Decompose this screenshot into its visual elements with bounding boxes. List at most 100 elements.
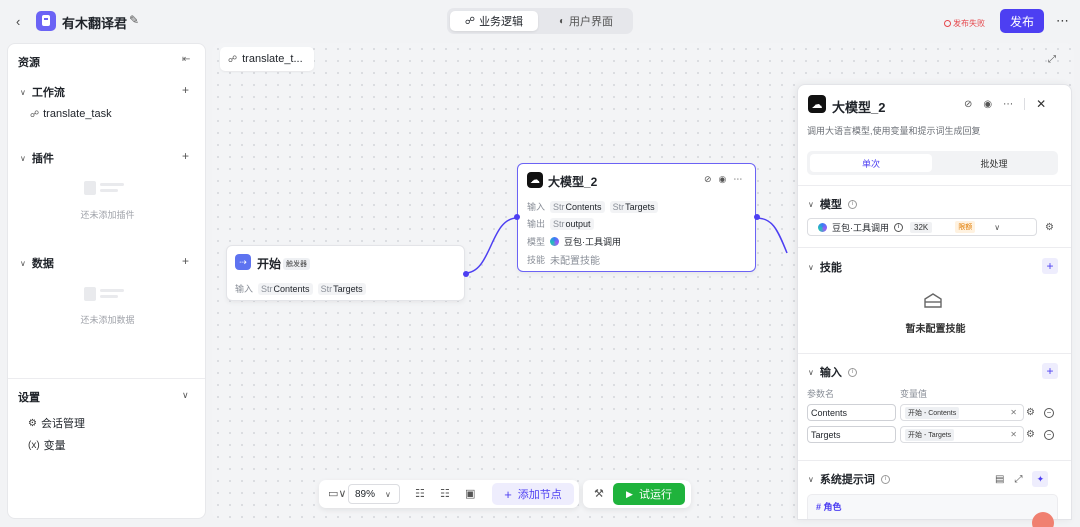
empty-placeholder-icon bbox=[84, 287, 130, 303]
clear-icon[interactable]: ✕ bbox=[1010, 430, 1017, 439]
column-param-name: 参数名 bbox=[807, 389, 835, 399]
chevron-down-icon: ∨ bbox=[20, 153, 26, 163]
bug-icon[interactable]: ⊘ bbox=[704, 174, 712, 185]
more-icon[interactable]: ⋯ bbox=[733, 174, 742, 185]
layout-icon[interactable]: ☷ bbox=[440, 487, 450, 500]
row-settings-icon[interactable]: ⚙ bbox=[1026, 407, 1035, 418]
magic-wand-icon[interactable]: ✦ bbox=[1032, 471, 1049, 487]
play-icon: ▶ bbox=[626, 488, 633, 499]
chevron-down-icon[interactable]: ∨ bbox=[182, 390, 189, 401]
publish-button[interactable]: 发布 bbox=[1000, 9, 1044, 33]
remove-row-icon[interactable]: − bbox=[1044, 408, 1054, 418]
workflow-item-translate-task[interactable]: ☍ translate_task bbox=[30, 108, 112, 120]
input-tag-targets: StrTargets bbox=[609, 200, 658, 213]
input-tag-contents: StrContents bbox=[258, 282, 313, 295]
variable-ref-input[interactable]: 开始 - Contents ✕ bbox=[900, 404, 1024, 421]
section-input[interactable]: ∨ 输入 i bbox=[808, 364, 857, 380]
empty-placeholder-icon bbox=[84, 181, 130, 197]
llm-node-inputs: 输入 StrContents StrTargets bbox=[527, 200, 658, 213]
run-toolbar: ⚒ ▶ 试运行 bbox=[583, 480, 691, 508]
section-workflow[interactable]: ∨ 工作流 bbox=[20, 84, 65, 100]
assistant-avatar[interactable] bbox=[1032, 512, 1054, 527]
palette-icon: ◐ bbox=[558, 15, 566, 27]
column-variable-value: 变量值 bbox=[900, 389, 928, 399]
chevron-down-icon: ∨ bbox=[20, 87, 26, 97]
zoom-select[interactable]: 89% ∨ bbox=[348, 484, 400, 504]
output-port[interactable] bbox=[463, 271, 469, 277]
row-settings-icon[interactable]: ⚙ bbox=[1026, 429, 1035, 440]
start-node[interactable]: ⇢ 开始 触发器 输入 StrContents StrTargets bbox=[226, 245, 469, 301]
system-prompt-actions: ▤ ⤢ ✦ bbox=[995, 471, 1049, 487]
prompt-heading: # 角色 bbox=[816, 502, 842, 512]
add-skill-button[interactable]: + bbox=[1042, 258, 1058, 274]
settings-item-conversation[interactable]: ⚙ 会话管理 bbox=[28, 415, 85, 431]
start-icon: ⇢ bbox=[235, 254, 251, 270]
mode-batch[interactable]: 批处理 bbox=[933, 154, 1055, 172]
error-icon bbox=[944, 20, 951, 27]
wrench-icon[interactable]: ⚒ bbox=[594, 487, 604, 500]
input-port[interactable] bbox=[514, 214, 520, 220]
publish-failed-status: 发布失败 bbox=[944, 18, 985, 29]
llm-icon: ☁ bbox=[808, 95, 826, 113]
add-plugin-icon[interactable]: + bbox=[182, 149, 189, 163]
remove-row-icon[interactable]: − bbox=[1044, 430, 1054, 440]
tab-user-interface[interactable]: ◐ 用户界面 bbox=[542, 11, 630, 31]
minimap-icon[interactable]: ▭∨ bbox=[328, 487, 346, 500]
collapse-panel-icon[interactable]: ⇤ bbox=[182, 54, 190, 65]
plugins-empty-text: 还未添加插件 bbox=[80, 210, 135, 220]
chevron-down-icon: ∨ bbox=[808, 199, 814, 209]
limit-badge: 限额 bbox=[955, 221, 976, 233]
empty-skill-icon bbox=[924, 293, 942, 308]
section-skills[interactable]: ∨ 技能 bbox=[808, 259, 842, 275]
section-plugins[interactable]: ∨ 插件 bbox=[20, 150, 54, 166]
fit-view-icon[interactable]: ▣ bbox=[465, 487, 475, 500]
edit-icon[interactable]: ✎ bbox=[129, 13, 139, 27]
model-settings-icon[interactable]: ⚙ bbox=[1045, 222, 1054, 233]
comment-icon[interactable]: ☷ bbox=[415, 487, 425, 500]
param-name-input[interactable]: Targets bbox=[807, 426, 896, 443]
llm-node[interactable]: ☁ 大模型_2 ⊘ ◉ ⋯ 输入 StrContents StrTargets … bbox=[514, 163, 760, 272]
section-model[interactable]: ∨ 模型 i bbox=[808, 196, 857, 212]
expand-icon[interactable]: ⤢ bbox=[1014, 474, 1022, 485]
skill-empty-text: 暂未配置技能 bbox=[905, 324, 966, 335]
variable-ref-input[interactable]: 开始 - Targets ✕ bbox=[900, 426, 1024, 443]
prompt-library-icon[interactable]: ▤ bbox=[995, 474, 1004, 485]
config-actions: ⊘ ◉ ⋯ ✕ bbox=[964, 97, 1046, 111]
back-arrow-icon[interactable]: ‹ bbox=[16, 14, 20, 29]
param-name-input[interactable]: Contents bbox=[807, 404, 896, 421]
edge-llm-to-next bbox=[755, 217, 788, 254]
play-icon[interactable]: ◉ bbox=[983, 99, 992, 110]
chevron-down-icon: ∨ bbox=[808, 367, 814, 377]
start-node-inputs: 输入 StrContents StrTargets bbox=[235, 282, 366, 295]
llm-node-actions: ⊘ ◉ ⋯ bbox=[704, 174, 742, 185]
mode-single[interactable]: 单次 bbox=[810, 154, 932, 172]
output-port[interactable] bbox=[754, 214, 760, 220]
system-prompt-editor[interactable]: # 角色 bbox=[807, 494, 1058, 519]
clear-icon[interactable]: ✕ bbox=[1010, 408, 1017, 417]
close-icon[interactable]: ✕ bbox=[1036, 97, 1046, 111]
divider bbox=[8, 378, 205, 379]
llm-node-skill: 技能 未配置技能 bbox=[527, 255, 601, 267]
more-icon[interactable]: ⋯ bbox=[1003, 99, 1013, 110]
add-data-icon[interactable]: + bbox=[182, 254, 189, 268]
play-icon[interactable]: ◉ bbox=[719, 174, 727, 185]
test-run-button[interactable]: ▶ 试运行 bbox=[613, 483, 685, 505]
add-input-button[interactable]: + bbox=[1042, 363, 1058, 379]
tab-business-logic[interactable]: ☍ 业务逻辑 bbox=[450, 11, 538, 31]
llm-node-model: 模型 豆包·工具调用 bbox=[527, 237, 622, 247]
llm-node-output: 输出 Stroutput bbox=[527, 217, 594, 230]
section-system-prompt[interactable]: ∨ 系统提示词 i bbox=[808, 471, 890, 487]
add-workflow-icon[interactable]: + bbox=[182, 83, 189, 97]
app-logo-icon bbox=[36, 11, 56, 31]
add-node-button[interactable]: + 添加节点 bbox=[492, 483, 574, 505]
more-icon[interactable]: ⋯ bbox=[1056, 13, 1070, 29]
bug-icon[interactable]: ⊘ bbox=[964, 99, 972, 110]
data-empty-text: 还未添加数据 bbox=[80, 315, 135, 325]
settings-item-variables[interactable]: (x) 变量 bbox=[28, 437, 66, 453]
config-title: 大模型_2 bbox=[832, 100, 886, 115]
model-select[interactable]: 豆包·工具调用 i 32K 限额 ∨ bbox=[807, 218, 1037, 236]
app-name: 有木翻译君 bbox=[62, 16, 128, 31]
node-config-panel: ☁ 大模型_2 ⊘ ◉ ⋯ ✕ 调用大语言模型,使用变量和提示词生成回复 单次 … bbox=[797, 84, 1072, 520]
llm-icon: ☁ bbox=[527, 172, 543, 188]
section-data[interactable]: ∨ 数据 bbox=[20, 255, 54, 271]
